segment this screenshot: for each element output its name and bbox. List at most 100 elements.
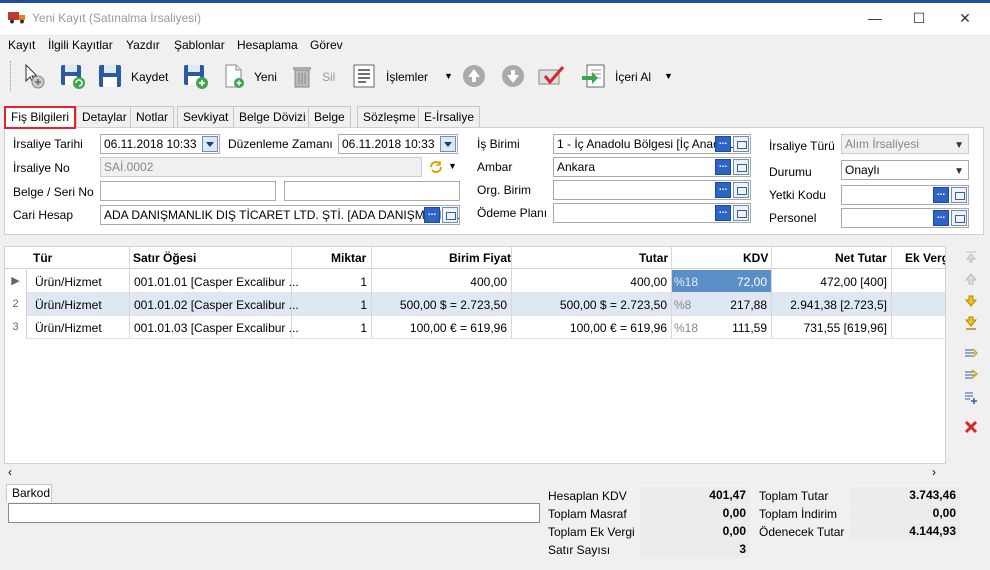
insert-row-icon[interactable] [964,346,978,360]
is-birimi-browse-button[interactable]: ... [715,136,731,152]
irsaliye-tarihi-field[interactable]: 06.11.2018 10:33 [100,134,220,154]
cell-net-tutar[interactable]: 2.941,38 [2.723,5] [775,298,887,312]
ambar-browse-button[interactable]: ... [715,159,731,175]
col-net-tutar[interactable]: Net Tutar [835,251,887,265]
col-tutar[interactable]: Tutar [639,251,668,265]
operations-button-label[interactable]: İşlemler [386,70,428,84]
import-icon[interactable] [580,62,608,90]
operations-list-icon[interactable] [350,62,378,90]
cell-miktar[interactable]: 1 [295,275,367,289]
menu-sablonlar[interactable]: Şablonlar [174,38,225,52]
duzenleme-zamani-dropdown-icon[interactable] [440,136,456,152]
cell-kdv-pct[interactable]: %8 [674,298,691,312]
cari-hesap-browse-button[interactable]: ... [424,207,440,223]
scroll-left-icon[interactable]: ‹ [8,465,12,479]
yetki-kodu-field[interactable]: ... [841,185,969,205]
new-button-label[interactable]: Yeni [254,70,277,84]
cell-tutar[interactable]: 400,00 [525,275,667,289]
move-bottom-icon[interactable] [964,316,978,330]
table-row[interactable]: 3 Ürün/Hizmet 001.01.03 [Casper Excalibu… [5,316,945,339]
move-top-icon[interactable] [964,250,978,264]
ambar-field[interactable]: Ankara ... [553,157,751,177]
duzenleme-zamani-field[interactable]: 06.11.2018 10:33 [338,134,458,154]
cell-kdv[interactable]: 72,00 [705,275,767,289]
cell-satir-ogesi[interactable]: 001.01.03 [Casper Excalibur ... [134,321,299,335]
save-icon[interactable] [96,62,124,90]
tab-notlar[interactable]: Notlar [130,106,175,128]
add-row-icon[interactable] [964,390,978,404]
row-number[interactable]: 2 [5,293,27,316]
save-new-icon[interactable] [181,62,209,90]
scroll-right-icon[interactable]: › [932,465,936,479]
save-refresh-icon[interactable] [58,62,86,90]
col-tur[interactable]: Tür [33,251,52,265]
move-up-row-icon[interactable] [964,272,978,286]
cell-satir-ogesi[interactable]: 001.01.02 [Casper Excalibur ... [134,298,299,312]
cell-birim-fiyat[interactable]: 400,00 [375,275,507,289]
menu-gorev[interactable]: Görev [310,38,343,52]
cell-miktar[interactable]: 1 [295,298,367,312]
current-row-indicator-icon[interactable]: ▶ [5,270,27,293]
col-ek-vergi[interactable]: Ek Vergi [905,251,945,265]
irsaliye-tarihi-dropdown-icon[interactable] [202,136,218,152]
close-button[interactable]: ✕ [950,6,980,30]
delete-row-icon[interactable] [964,420,978,434]
cell-tutar[interactable]: 100,00 € = 619,96 [525,321,667,335]
cell-satir-ogesi[interactable]: 001.01.01 [Casper Excalibur ... [134,275,299,289]
delete-trash-icon[interactable] [288,62,316,90]
col-birim-fiyat[interactable]: Birim Fiyat [449,251,511,265]
row-number[interactable]: 3 [5,316,27,339]
tab-belge[interactable]: Belge [308,106,351,128]
col-satir-ogesi[interactable]: Satır Öğesi [133,251,196,265]
odeme-plani-field[interactable]: ... [553,203,751,223]
personel-browse-button[interactable]: ... [933,210,949,226]
cell-kdv[interactable]: 217,88 [705,298,767,312]
odeme-plani-browse-button[interactable]: ... [715,205,731,221]
personel-field[interactable]: ... [841,208,969,228]
cell-tutar[interactable]: 500,00 $ = 2.723,50 [525,298,667,312]
new-document-icon[interactable] [220,62,248,90]
is-birimi-lookup-icon[interactable] [733,136,749,152]
delete-button-label[interactable]: Sil [322,70,335,84]
col-miktar[interactable]: Miktar [331,251,366,265]
menu-kayit[interactable]: Kayıt [8,38,35,52]
tab-sevkiyat[interactable]: Sevkiyat [177,106,235,128]
copy-row-icon[interactable] [964,368,978,382]
org-birim-field[interactable]: ... [553,180,751,200]
cell-miktar[interactable]: 1 [295,321,367,335]
cell-tur[interactable]: Ürün/Hizmet [35,298,102,312]
grid-horizontal-scrollbar[interactable]: ‹ › [4,464,946,482]
move-down-icon[interactable] [499,62,527,90]
maximize-button[interactable]: ☐ [904,6,934,30]
save-button-label[interactable]: Kaydet [131,70,168,84]
org-birim-browse-button[interactable]: ... [715,182,731,198]
cari-hesap-lookup-icon[interactable] [442,207,458,223]
operations-dropdown-icon[interactable]: ▼ [444,71,453,81]
cell-tur[interactable]: Ürün/Hizmet [35,275,102,289]
move-up-icon[interactable] [460,62,488,90]
cell-kdv-pct[interactable]: %18 [674,321,698,335]
cell-birim-fiyat[interactable]: 500,00 $ = 2.723,50 [375,298,507,312]
tab-detaylar[interactable]: Detaylar [76,106,133,128]
cell-net-tutar[interactable]: 472,00 [400] [775,275,887,289]
barkod-tab[interactable]: Barkod [6,484,52,502]
tab-belge-dovizi[interactable]: Belge Dövizi [233,106,312,128]
personel-lookup-icon[interactable] [951,210,967,226]
toolbar-grip[interactable] [10,61,13,91]
belge-no-input[interactable] [100,181,276,201]
import-button-label[interactable]: İçeri Al [615,70,651,84]
menu-hesaplama[interactable]: Hesaplama [237,38,298,52]
seri-no-input[interactable] [284,181,460,201]
barkod-input[interactable] [8,503,540,523]
menu-ilgili-kayitlar[interactable]: İlgili Kayıtlar [48,38,113,52]
table-row[interactable]: 2 Ürün/Hizmet 001.01.02 [Casper Excalibu… [5,293,945,316]
minimize-button[interactable]: — [860,6,890,30]
org-birim-lookup-icon[interactable] [733,182,749,198]
tab-fis-bilgileri[interactable]: Fiş Bilgileri [4,106,77,129]
pointer-add-icon[interactable] [20,62,48,90]
durumu-select[interactable]: Onaylı ▼ [841,160,969,180]
cell-net-tutar[interactable]: 731,55 [619,96] [775,321,887,335]
yetki-kodu-browse-button[interactable]: ... [933,187,949,203]
cell-kdv[interactable]: 111,59 [705,321,767,335]
cell-kdv-pct[interactable]: %18 [674,275,698,289]
